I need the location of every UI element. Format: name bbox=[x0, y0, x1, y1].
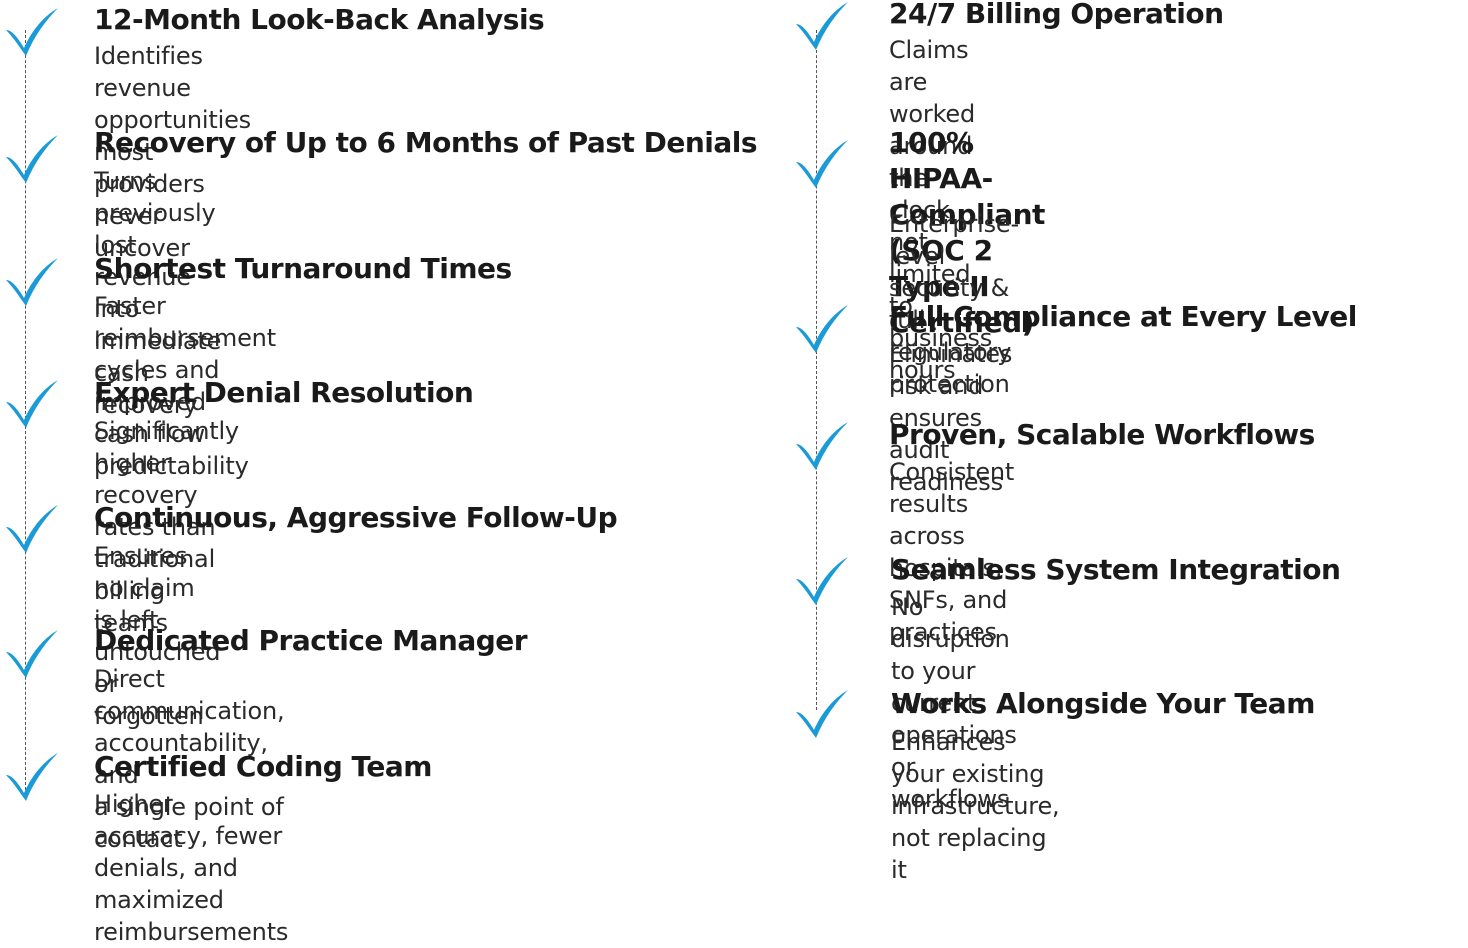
checkmark-icon bbox=[794, 557, 850, 607]
right-feature-column: 24/7 Billing Operation Claims are worked… bbox=[790, 0, 1468, 884]
timeline-dashed-line bbox=[816, 30, 817, 710]
feature-title: Continuous, Aggressive Follow-Up bbox=[94, 501, 618, 534]
checkmark-icon bbox=[4, 380, 60, 430]
feature-title: Works Alongside Your Team bbox=[891, 687, 1315, 720]
checkmark-icon bbox=[794, 690, 850, 740]
checkmark-icon bbox=[4, 630, 60, 680]
feature-description: Enhances your existing infrastructure, n… bbox=[891, 728, 1060, 884]
feature-title: 24/7 Billing Operation bbox=[889, 0, 1224, 30]
checkmark-icon bbox=[4, 753, 60, 803]
feature-title: Certified Coding Team bbox=[94, 750, 432, 783]
feature-title: Full Compliance at Every Level bbox=[889, 300, 1357, 333]
left-feature-column: 12-Month Look-Back Analysis Identifies r… bbox=[0, 0, 800, 946]
checkmark-icon bbox=[4, 258, 60, 308]
feature-title: Expert Denial Resolution bbox=[94, 376, 474, 409]
checkmark-icon bbox=[794, 422, 850, 472]
checkmark-icon bbox=[794, 2, 850, 52]
feature-title: Dedicated Practice Manager bbox=[94, 624, 528, 657]
checkmark-icon bbox=[794, 305, 850, 355]
checkmark-icon bbox=[4, 135, 60, 185]
feature-title: Seamless System Integration bbox=[891, 553, 1341, 586]
checkmark-icon bbox=[4, 505, 60, 555]
feature-title: Proven, Scalable Workflows bbox=[889, 418, 1315, 451]
checkmark-icon bbox=[4, 8, 60, 58]
feature-title: 12-Month Look-Back Analysis bbox=[94, 3, 545, 36]
feature-title: Shortest Turnaround Times bbox=[94, 252, 512, 285]
checkmark-icon bbox=[794, 140, 850, 190]
feature-title: Recovery of Up to 6 Months of Past Denia… bbox=[94, 126, 758, 159]
feature-description: Higher accuracy, fewer denials, and maxi… bbox=[94, 790, 289, 946]
